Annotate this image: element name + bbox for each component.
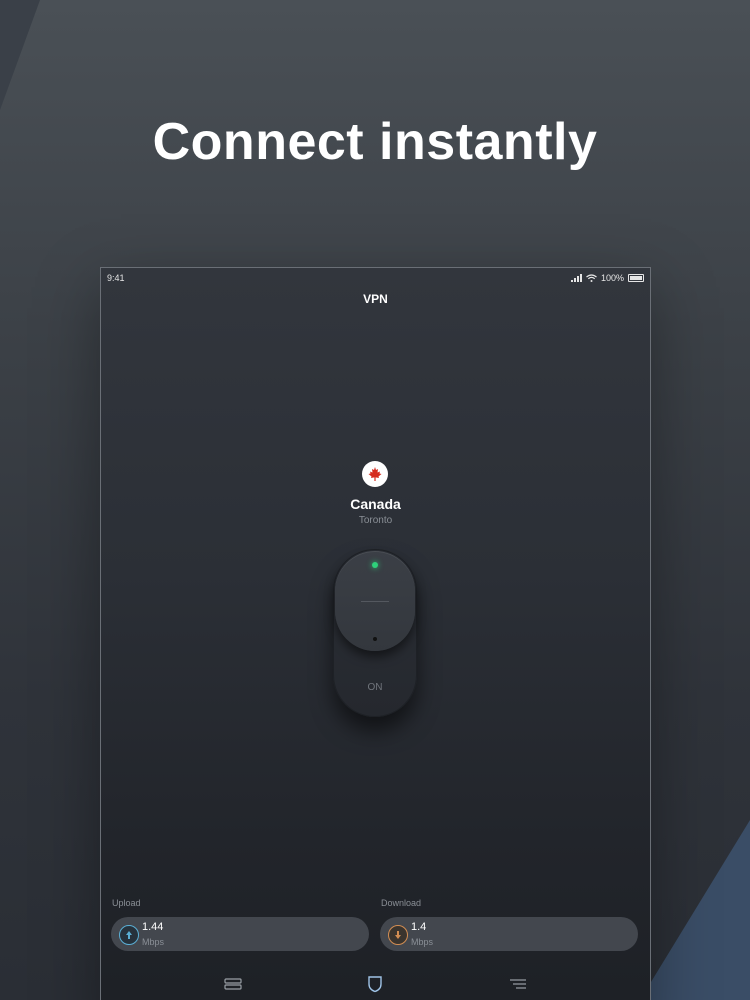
knob-divider: [361, 601, 389, 602]
upload-unit: Mbps: [142, 937, 165, 947]
battery-icon: [628, 274, 644, 282]
download-title: Download: [381, 898, 422, 908]
status-indicators: 100%: [570, 273, 644, 283]
app-title: VPN: [363, 292, 388, 306]
download-arrow-icon: [388, 925, 408, 945]
upload-pill: 1.44 Mbps: [111, 917, 369, 951]
signal-icon: [570, 274, 582, 282]
menu-icon: [510, 979, 526, 989]
download-unit: Mbps: [411, 937, 434, 947]
download-speed: Download 1.4 Mbps: [380, 898, 638, 951]
status-time: 9:41: [107, 273, 125, 283]
canada-flag-icon[interactable]: [362, 461, 388, 487]
decorative-corner-bottom-right: [640, 820, 750, 1000]
upload-arrow-icon: [119, 925, 139, 945]
headline: Connect instantly: [152, 113, 598, 171]
location-country[interactable]: Canada: [101, 496, 650, 512]
tab-bar: [101, 974, 650, 994]
battery-percent: 100%: [600, 273, 624, 283]
tab-vpn[interactable]: [364, 974, 386, 994]
knob-dot: [373, 637, 377, 641]
tab-servers[interactable]: [222, 974, 244, 994]
maple-leaf-icon: [368, 467, 382, 481]
decorative-corner-top-left: [0, 0, 40, 110]
connected-indicator: [372, 562, 378, 568]
shield-icon: [368, 976, 382, 993]
servers-icon: [224, 978, 242, 990]
location-city: Toronto: [358, 515, 393, 526]
vpn-connection-toggle[interactable]: ON: [333, 549, 417, 717]
toggle-knob[interactable]: [335, 551, 415, 651]
tab-menu[interactable]: [507, 974, 529, 994]
status-bar: 9:41 100%: [107, 272, 644, 286]
upload-speed: Upload 1.44 Mbps: [111, 898, 369, 951]
upload-value: 1.44: [142, 921, 164, 933]
device-screen: 9:41 100% VPN Canada Toronto ON Upload 1…: [100, 267, 651, 1000]
download-value: 1.4: [411, 921, 427, 933]
upload-title: Upload: [112, 898, 141, 908]
screenshot-page: Connect instantly 9:41 100% VPN Canada T…: [0, 0, 750, 1000]
download-pill: 1.4 Mbps: [380, 917, 638, 951]
wifi-icon: [586, 274, 597, 282]
toggle-state-label: ON: [367, 682, 383, 693]
